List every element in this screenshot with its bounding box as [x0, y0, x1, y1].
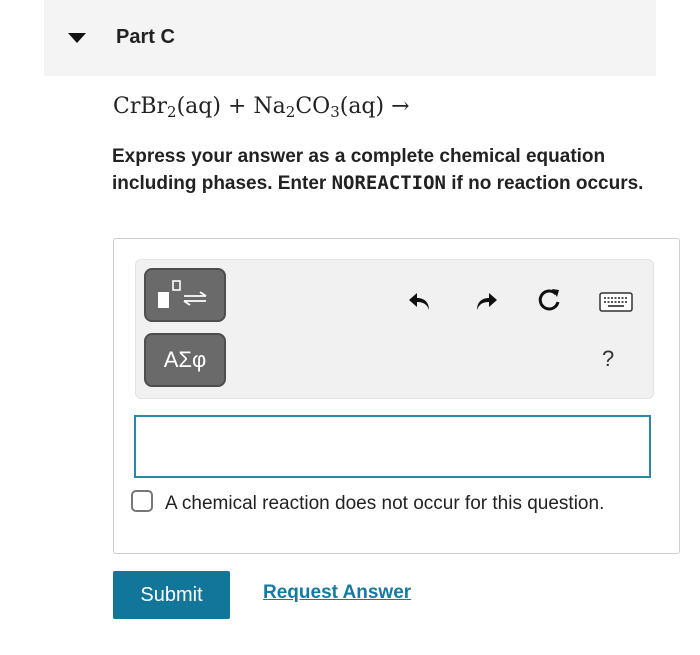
request-answer-link[interactable]: Request Answer [263, 582, 411, 604]
redo-button[interactable] [471, 286, 501, 316]
templates-icon [158, 280, 207, 308]
part-title: Part C [116, 26, 175, 48]
instruction-part: if no reaction occurs. [446, 173, 644, 194]
equation-reactant-2: Na [253, 94, 286, 119]
math-toolbar: ΑΣφ ? [135, 259, 654, 399]
reset-icon [538, 289, 560, 311]
answer-input[interactable] [134, 415, 651, 478]
part-header[interactable]: Part C [44, 0, 656, 76]
reset-button[interactable] [534, 285, 564, 315]
help-button[interactable]: ? [602, 346, 614, 372]
no-reaction-label[interactable]: A chemical reaction does not occur for t… [125, 489, 605, 518]
redo-icon [477, 293, 497, 310]
instruction-code: NOREACTION [331, 172, 446, 194]
equation-subscript: 2 [285, 103, 296, 121]
equation-arrow: (aq) → [339, 94, 410, 119]
reaction-equation: CrBr2(aq) + Na2CO3(aq) → [113, 94, 410, 121]
templates-button[interactable] [144, 268, 226, 322]
equation-reactant-2b: CO [295, 94, 331, 119]
keyboard-button[interactable] [598, 287, 634, 317]
keyboard-icon [599, 292, 633, 312]
symbols-button[interactable]: ΑΣφ [144, 333, 226, 387]
equation-phase: (aq) + [176, 94, 254, 119]
answer-box: ΑΣφ ? A chemical reaction does not occur… [113, 238, 680, 554]
collapse-caret-icon[interactable] [68, 33, 86, 43]
equation-reactant-1: CrBr [113, 94, 168, 119]
equation-subscript: 2 [167, 103, 177, 121]
instruction-text: Express your answer as a complete chemic… [112, 143, 662, 197]
submit-button[interactable]: Submit [113, 571, 230, 619]
undo-icon [409, 293, 429, 310]
equation-subscript: 3 [330, 103, 340, 121]
undo-button[interactable] [405, 286, 435, 316]
